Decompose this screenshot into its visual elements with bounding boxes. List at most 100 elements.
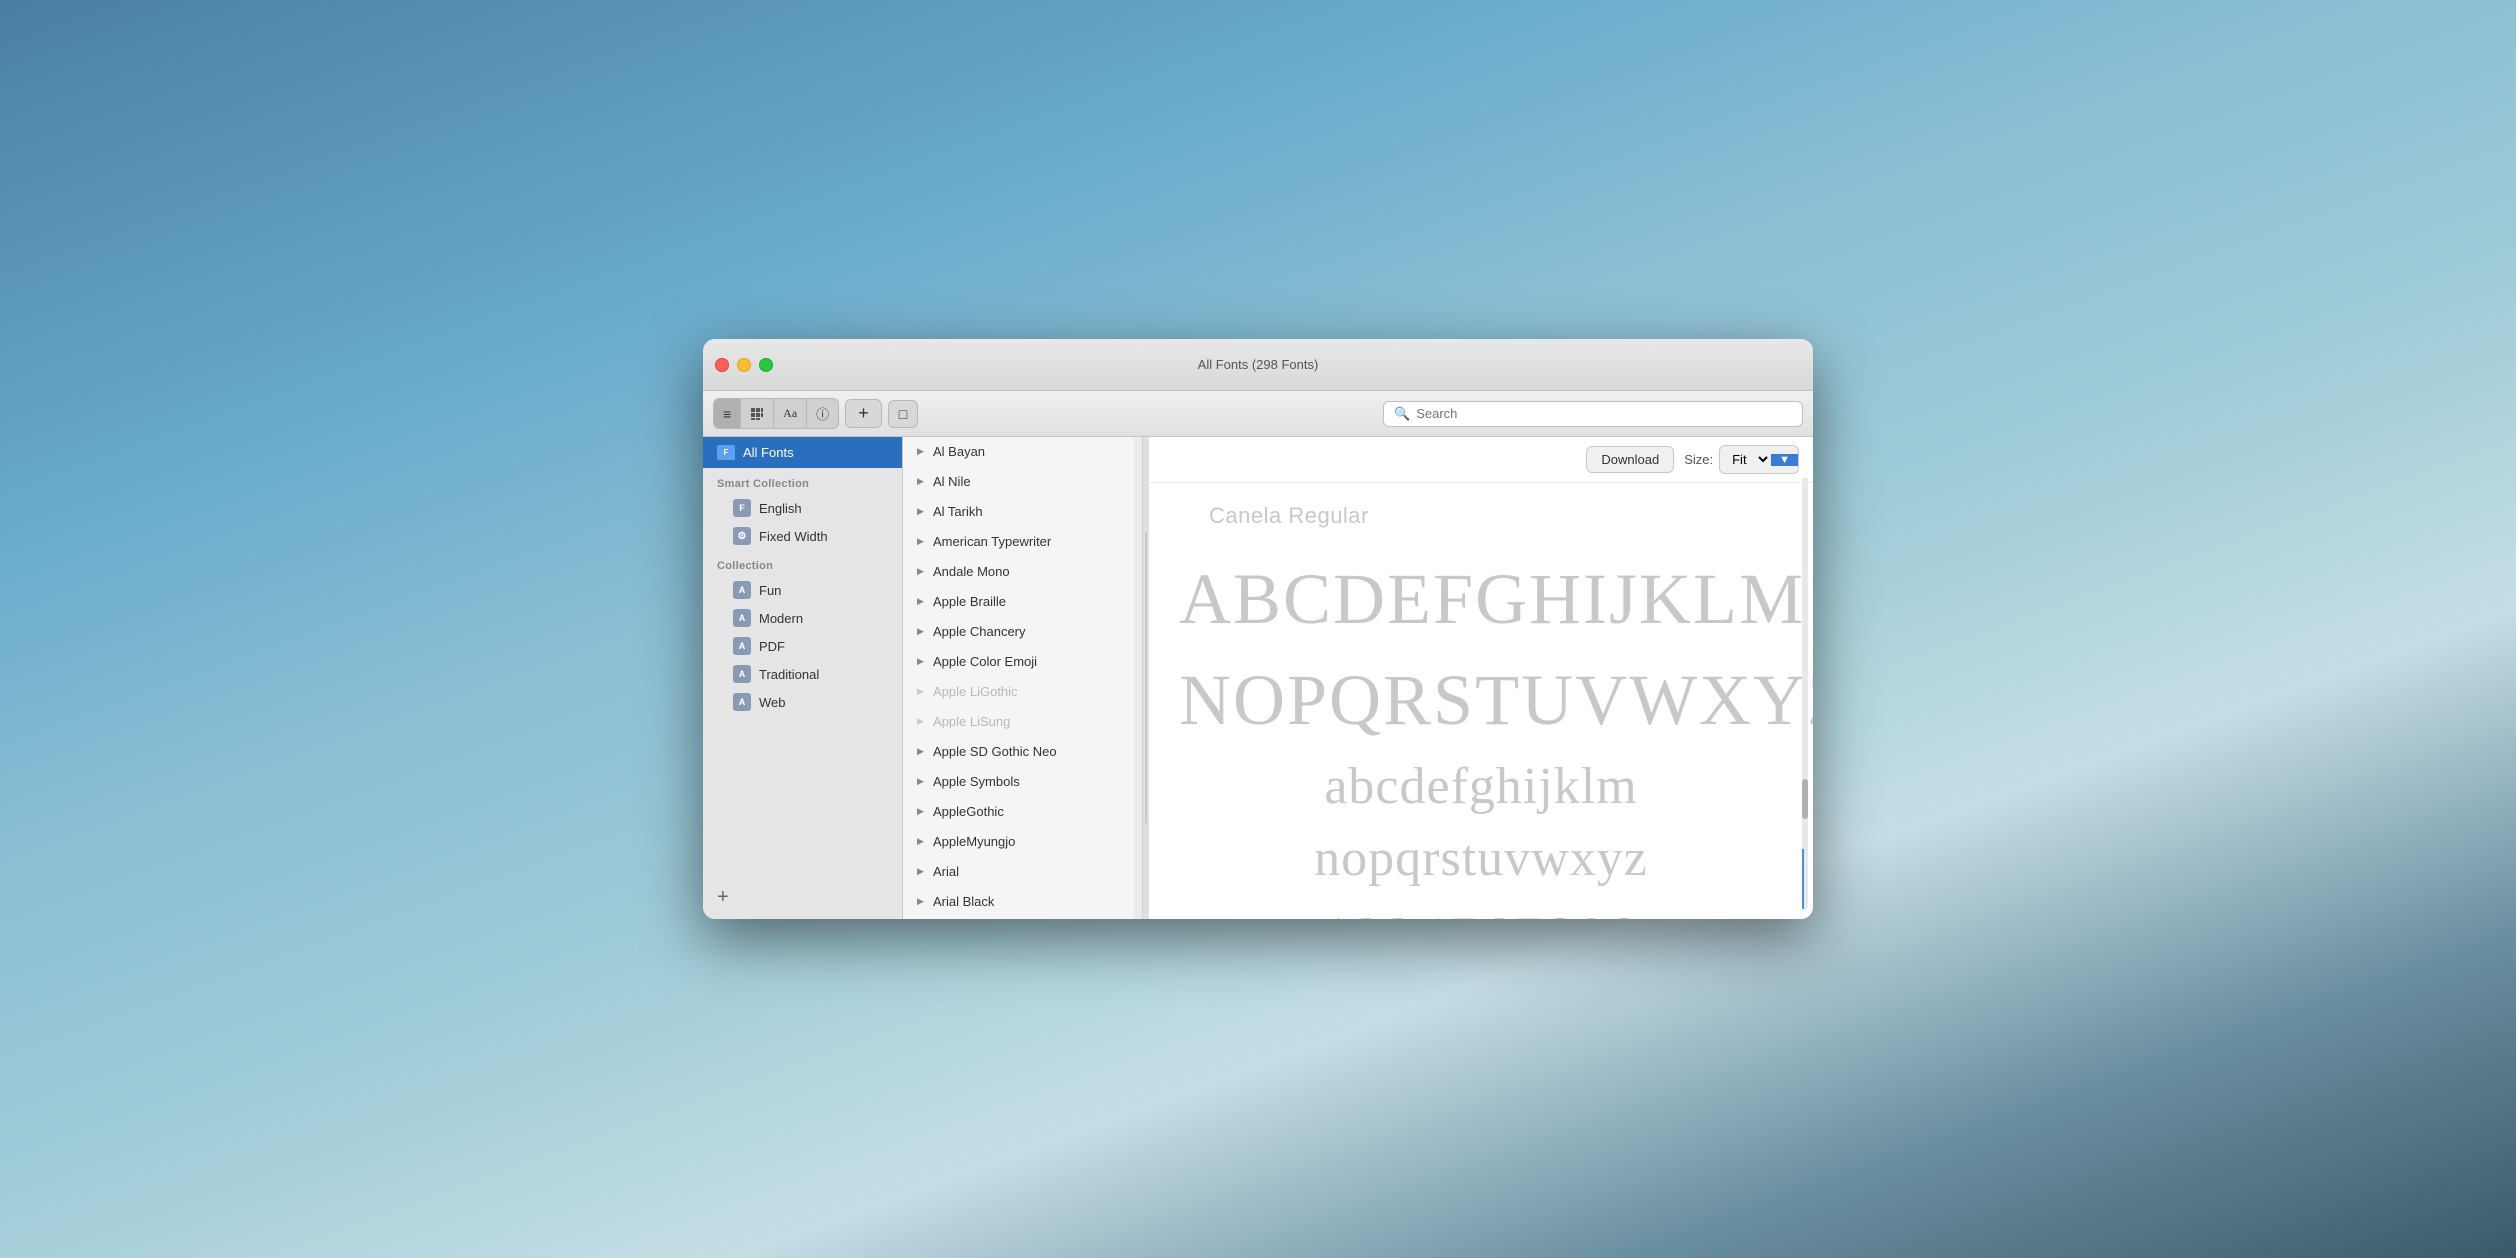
scrollbar-position-indicator [1802, 849, 1804, 909]
expand-arrow: ▶ [917, 746, 927, 757]
traffic-lights [715, 358, 773, 372]
sidebar-item-pdf[interactable]: A PDF [703, 632, 902, 660]
maximize-button[interactable] [759, 358, 773, 372]
search-icon: 🔍 [1394, 406, 1410, 422]
font-item-andale-mono[interactable]: ▶ Andale Mono [903, 557, 1142, 587]
web-icon: A [733, 693, 751, 711]
size-select-wrapper: Fit 12 24 36 48 72 96 ▼ [1719, 445, 1799, 474]
font-item-al-tarikh[interactable]: ▶ Al Tarikh [903, 497, 1142, 527]
traditional-icon: A [733, 665, 751, 683]
main-content: F All Fonts Smart Collection F English ⚙… [703, 437, 1813, 919]
font-item-apple-color-emoji[interactable]: ▶ Apple Color Emoji [903, 647, 1142, 677]
sidebar-item-traditional[interactable]: A Traditional [703, 660, 902, 688]
preview-uppercase1: ABCDEFGHIJKLM [1179, 549, 1783, 650]
scrollbar-track [1802, 477, 1808, 909]
close-button[interactable] [715, 358, 729, 372]
expand-arrow: ▶ [917, 506, 927, 517]
font-item-applemyungjo[interactable]: ▶ AppleMyungjo [903, 827, 1142, 857]
expand-arrow: ▶ [917, 596, 927, 607]
font-list-scrollbar[interactable] [1134, 437, 1142, 919]
traditional-label: Traditional [759, 667, 819, 682]
sidebar-item-modern[interactable]: A Modern [703, 604, 902, 632]
size-label: Size: [1684, 452, 1713, 467]
preview-uppercase2: NOPQRSTUVWXYZ [1179, 650, 1783, 751]
font-item-al-nile[interactable]: ▶ Al Nile [903, 467, 1142, 497]
expand-arrow: ▶ [917, 866, 927, 877]
fixed-width-icon: ⚙ [733, 527, 751, 545]
font-preview-name: Canela Regular [1209, 503, 1369, 529]
pdf-icon: A [733, 637, 751, 655]
scrollbar-thumb [1802, 779, 1808, 819]
expand-arrow: ▶ [917, 626, 927, 637]
size-chevron-icon: ▼ [1771, 454, 1798, 466]
expand-arrow: ▶ [917, 836, 927, 847]
app-window: All Fonts (298 Fonts) ≡ Aa ⓘ + □ [703, 339, 1813, 919]
fun-label: Fun [759, 583, 781, 598]
download-button[interactable]: Download [1586, 446, 1674, 473]
view-info-button[interactable]: ⓘ [807, 399, 838, 428]
size-select[interactable]: Fit 12 24 36 48 72 96 [1720, 446, 1771, 473]
web-label: Web [759, 695, 786, 710]
sidebar: F All Fonts Smart Collection F English ⚙… [703, 437, 903, 919]
preview-area: Download Size: Fit 12 24 36 48 72 96 [1149, 437, 1813, 919]
font-item-apple-symbols[interactable]: ▶ Apple Symbols [903, 767, 1142, 797]
font-item-applegothic[interactable]: ▶ AppleGothic [903, 797, 1142, 827]
fun-icon: A [733, 581, 751, 599]
modern-label: Modern [759, 611, 803, 626]
pdf-label: PDF [759, 639, 785, 654]
view-grid-button[interactable] [741, 399, 774, 428]
font-item-american-typewriter[interactable]: ▶ American Typewriter [903, 527, 1142, 557]
search-input[interactable] [1416, 406, 1792, 421]
expand-arrow: ▶ [917, 776, 927, 787]
preview-square-button[interactable]: □ [888, 400, 918, 428]
sidebar-item-all-fonts[interactable]: F All Fonts [703, 437, 902, 468]
search-bar: 🔍 [1383, 401, 1803, 427]
english-icon: F [733, 499, 751, 517]
font-item-arial[interactable]: ▶ Arial [903, 857, 1142, 887]
modern-icon: A [733, 609, 751, 627]
collection-header: Collection [703, 550, 902, 576]
expand-arrow: ▶ [917, 686, 927, 697]
smart-collection-header: Smart Collection [703, 468, 902, 494]
expand-arrow: ▶ [917, 566, 927, 577]
expand-arrow: ▶ [917, 656, 927, 667]
font-item-apple-sd-gothic[interactable]: ▶ Apple SD Gothic Neo [903, 737, 1142, 767]
font-item-apple-lisung[interactable]: ▶ Apple LiSung [903, 707, 1142, 737]
font-item-apple-ligothic[interactable]: ▶ Apple LiGothic [903, 677, 1142, 707]
view-list-button[interactable]: ≡ [714, 399, 741, 428]
titlebar: All Fonts (298 Fonts) [703, 339, 1813, 391]
font-item-apple-braille[interactable]: ▶ Apple Braille [903, 587, 1142, 617]
add-collection-button[interactable]: + [703, 876, 902, 919]
expand-arrow: ▶ [917, 536, 927, 547]
preview-content: Canela Regular ABCDEFGHIJKLM NOPQRSTUVWX… [1149, 483, 1813, 919]
english-label: English [759, 501, 802, 516]
font-item-arial-black[interactable]: ▶ Arial Black [903, 887, 1142, 917]
font-list: ▶ Al Bayan ▶ Al Nile ▶ Al Tarikh ▶ Ameri… [903, 437, 1143, 919]
expand-arrow: ▶ [917, 896, 927, 907]
preview-lowercase2: nopqrstuvwxyz [1179, 823, 1783, 896]
view-toggle-group: ≡ Aa ⓘ [713, 398, 839, 429]
size-control: Size: Fit 12 24 36 48 72 96 ▼ [1684, 445, 1799, 474]
toolbar: ≡ Aa ⓘ + □ 🔍 [703, 391, 1813, 437]
view-preview-button[interactable]: Aa [774, 399, 807, 428]
preview-toolbar: Download Size: Fit 12 24 36 48 72 96 [1149, 437, 1813, 483]
font-item-al-bayan[interactable]: ▶ Al Bayan [903, 437, 1142, 467]
expand-arrow: ▶ [917, 476, 927, 487]
fixed-width-label: Fixed Width [759, 529, 828, 544]
font-item-apple-chancery[interactable]: ▶ Apple Chancery [903, 617, 1142, 647]
preview-scrollbar[interactable] [1801, 477, 1809, 909]
font-item-arial-hebrew[interactable]: ▶ Arial Hebrew [903, 917, 1142, 919]
all-fonts-icon: F [717, 445, 735, 460]
all-fonts-label: All Fonts [743, 445, 794, 460]
expand-arrow: ▶ [917, 806, 927, 817]
sidebar-item-fun[interactable]: A Fun [703, 576, 902, 604]
sidebar-item-web[interactable]: A Web [703, 688, 902, 716]
preview-lowercase1: abcdefghijklm [1179, 751, 1783, 824]
preview-numbers: 1234567890 [1179, 896, 1783, 919]
expand-arrow: ▶ [917, 446, 927, 457]
add-font-button[interactable]: + [845, 399, 882, 428]
sidebar-item-english[interactable]: F English [703, 494, 902, 522]
minimize-button[interactable] [737, 358, 751, 372]
sidebar-item-fixed-width[interactable]: ⚙ Fixed Width [703, 522, 902, 550]
window-title: All Fonts (298 Fonts) [1198, 357, 1319, 372]
